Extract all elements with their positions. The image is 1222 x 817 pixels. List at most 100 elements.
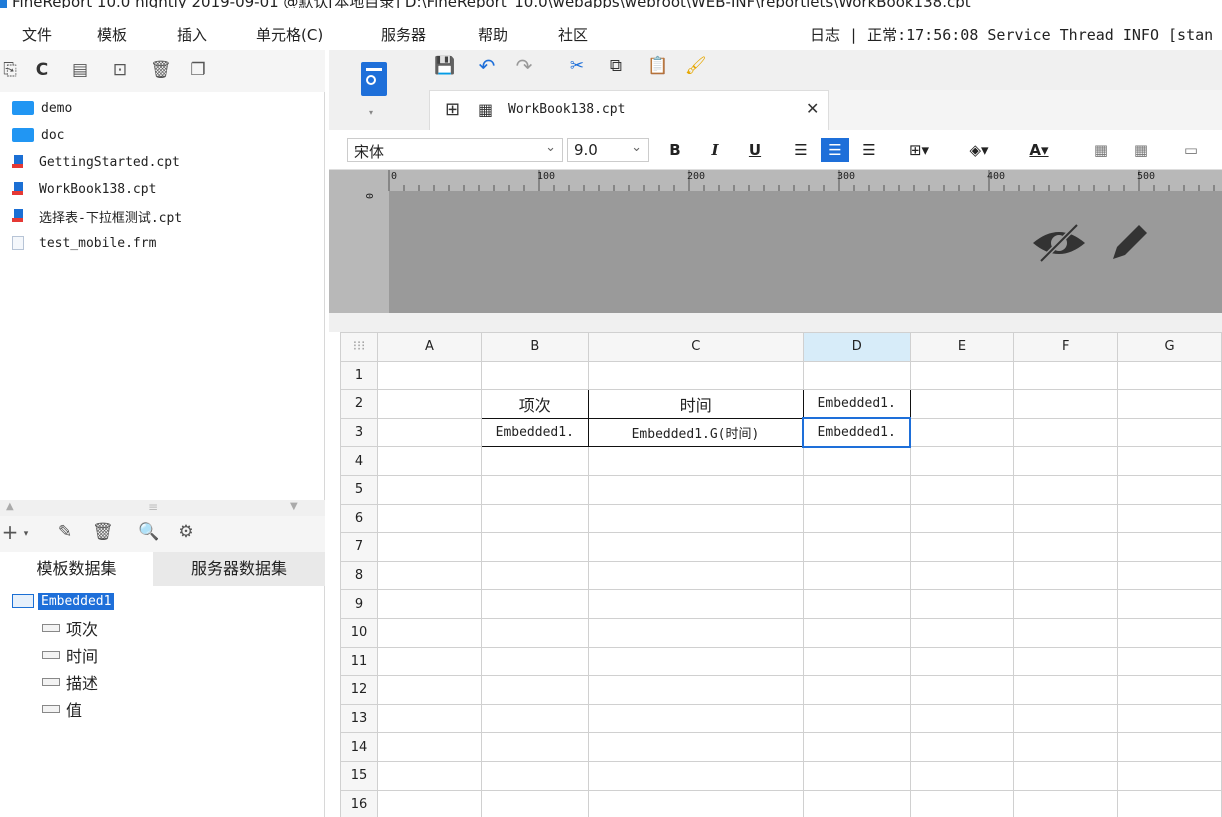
row-header[interactable]: 3 [340,417,379,448]
cell[interactable] [480,589,589,619]
cell[interactable] [909,646,1015,677]
menu-file[interactable]: 文件 [22,24,52,45]
cell-b2[interactable]: 项次 [480,389,589,419]
cell[interactable] [909,560,1015,591]
file-item-select-test[interactable]: 选择表-下拉框测试.cpt [12,205,182,227]
open-icon[interactable]: ▤ [70,60,90,80]
cell[interactable] [377,532,482,562]
row-header[interactable]: 10 [340,617,379,648]
cell[interactable] [377,789,482,817]
cell[interactable] [909,617,1015,648]
menu-cell[interactable]: 单元格(C) [256,24,323,45]
cell[interactable] [1013,503,1119,534]
preview-button[interactable]: ▾ [359,58,395,124]
cell-c2[interactable]: 时间 [587,389,804,419]
cell[interactable] [377,560,482,591]
cell[interactable] [802,360,911,391]
field-item[interactable]: 值 [42,697,82,721]
cell[interactable] [377,360,482,391]
redo-icon[interactable]: ↷ [514,56,534,76]
cell[interactable] [1013,560,1119,591]
fill-color-icon[interactable]: ◈▾ [959,138,999,162]
cell[interactable] [909,532,1015,562]
cell-b3[interactable]: Embedded1. [480,417,589,448]
column-header[interactable]: G [1117,332,1222,362]
cell[interactable] [1117,446,1222,476]
cell[interactable] [377,617,482,648]
column-header[interactable]: E [909,332,1015,362]
cell[interactable] [1013,675,1119,705]
pencil-icon[interactable] [1105,217,1151,265]
cell[interactable] [1117,789,1222,817]
drag-handle-icon[interactable]: ≡ [148,500,158,514]
cell-d2[interactable]: Embedded1. [802,389,911,419]
eye-off-icon[interactable] [1029,221,1089,265]
align-center-icon[interactable]: ☰ [821,138,849,162]
edit-icon[interactable]: ✎ [55,522,75,542]
cell[interactable] [587,474,804,505]
row-header[interactable]: 5 [340,474,379,505]
cell[interactable] [377,446,482,476]
cell[interactable] [587,732,804,762]
row-header[interactable]: 15 [340,760,379,791]
cell[interactable] [587,617,804,648]
cell[interactable] [1013,389,1119,419]
cell[interactable] [480,532,589,562]
row-header[interactable]: 6 [340,503,379,534]
cell[interactable] [587,760,804,791]
cell[interactable] [1117,675,1222,705]
cell[interactable] [377,675,482,705]
delete-icon[interactable]: 🗑 [150,60,172,80]
cell[interactable] [377,389,482,419]
row-header[interactable]: 11 [340,646,379,677]
bold-button[interactable]: B [663,138,687,162]
preview-dataset-icon[interactable]: 🔍 [138,522,159,542]
cell[interactable] [1117,560,1222,591]
cell[interactable] [909,389,1015,419]
row-header[interactable]: 8 [340,560,379,591]
cell[interactable] [802,532,911,562]
column-header[interactable]: F [1013,332,1119,362]
cell[interactable] [377,589,482,619]
row-header[interactable]: 13 [340,703,379,734]
font-size-select[interactable]: 9.0 ⌄ [567,138,649,162]
cell[interactable] [587,789,804,817]
cell[interactable] [587,446,804,476]
cell[interactable] [587,589,804,619]
cell[interactable] [802,646,911,677]
cell[interactable] [1013,446,1119,476]
cell[interactable] [1013,732,1119,762]
menu-template[interactable]: 模板 [97,24,127,45]
cell[interactable] [909,474,1015,505]
cell[interactable] [480,646,589,677]
cell[interactable] [1117,703,1222,734]
file-item-demo[interactable]: demo [12,97,72,119]
font-select[interactable]: 宋体 ⌄ [347,138,563,162]
row-header[interactable]: 9 [340,589,379,619]
cell[interactable] [909,589,1015,619]
cell[interactable] [802,474,911,505]
cell[interactable] [480,760,589,791]
cell[interactable] [377,646,482,677]
cell[interactable] [1013,589,1119,619]
undo-icon[interactable]: ↶ [477,56,497,76]
paste-icon[interactable]: 📋 [647,56,668,76]
cell[interactable] [480,446,589,476]
align-right-icon[interactable]: ☰ [857,138,881,162]
cell[interactable] [1117,503,1222,534]
border-icon[interactable]: ⊞▾ [901,138,937,162]
cell[interactable] [1013,703,1119,734]
menu-community[interactable]: 社区 [558,24,588,45]
cell-d3-selected[interactable]: Embedded1. [802,417,912,448]
tab-workbook138[interactable]: ⊞ ▦ WorkBook138.cpt ✕ [429,90,829,130]
cell[interactable] [587,560,804,591]
cell[interactable] [587,675,804,705]
cell[interactable] [802,446,911,476]
cell[interactable] [1013,789,1119,817]
cell[interactable] [802,617,911,648]
log-status[interactable]: 日志 | 正常:17:56:08 Service Thread INFO [st… [810,24,1213,45]
cell[interactable] [802,760,911,791]
cell[interactable] [1013,617,1119,648]
cell[interactable] [802,560,911,591]
cell[interactable] [587,532,804,562]
